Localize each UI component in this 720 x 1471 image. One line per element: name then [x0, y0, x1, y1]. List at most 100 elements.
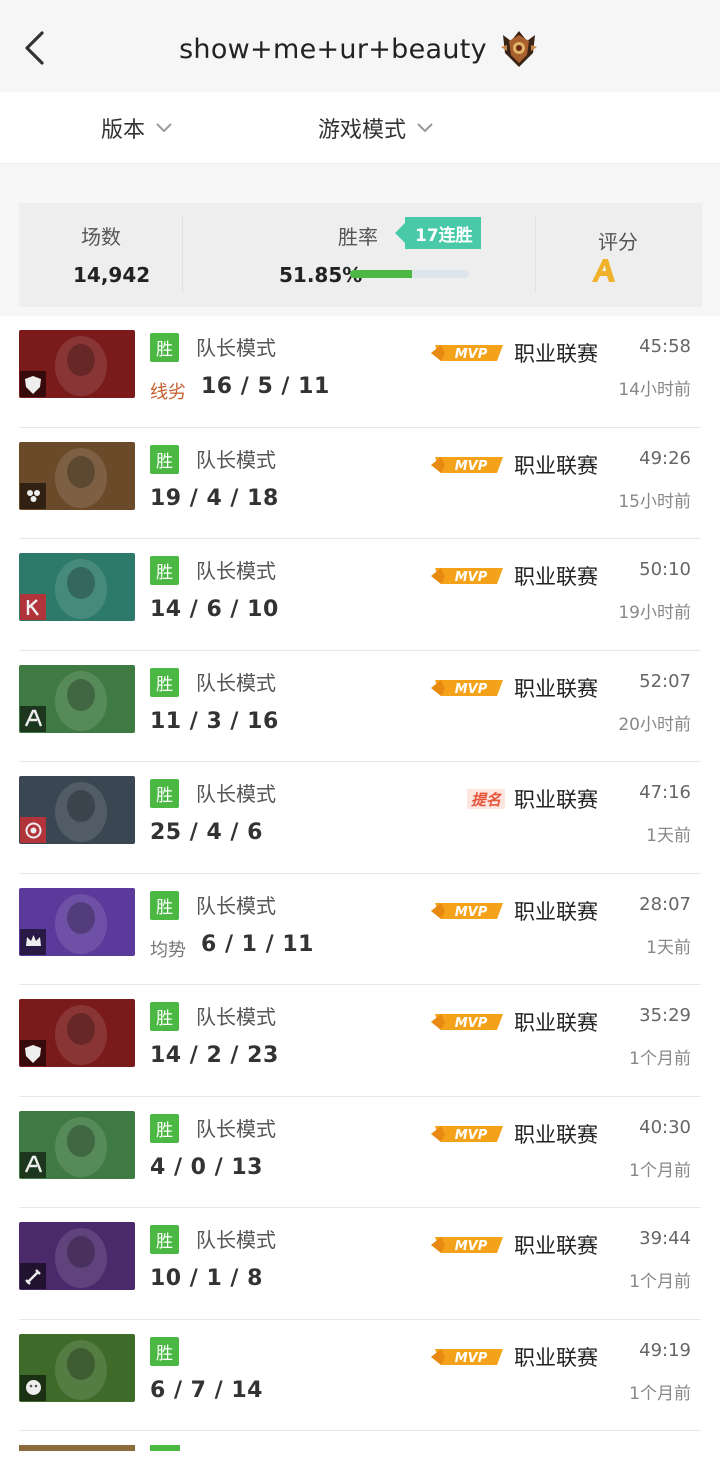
hero-role-icon	[20, 817, 46, 843]
match-row[interactable]: 胜 队长模式 10 / 1 / 8 MVP 职业联赛 39:44 1个月前	[19, 1208, 701, 1320]
mvp-badge-label: MVP	[455, 1128, 488, 1143]
stats-card: 场数 14,942 胜率 17连胜 51.85% 评分	[19, 203, 702, 307]
mvp-badge-label: MVP	[455, 905, 488, 920]
hero-portrait	[19, 887, 135, 956]
league-label: 职业联赛	[514, 453, 598, 478]
kda-value: 19 / 4 / 18	[150, 485, 279, 511]
hero-role-icon	[20, 705, 46, 732]
time-ago: 20小时前	[618, 714, 691, 735]
league-label: 职业联赛	[514, 788, 598, 812]
game-mode-text: 队长模式	[196, 336, 276, 360]
mvp-badge-label: MVP	[455, 459, 488, 474]
score-label: 评分	[598, 230, 638, 254]
hero-role-icon	[20, 482, 46, 509]
match-result-badge: 胜	[150, 556, 179, 585]
match-result-badge: 胜	[150, 333, 179, 362]
time-ago: 1天前	[646, 937, 691, 958]
hero-role-icon	[20, 1374, 46, 1401]
match-result-badge: 胜	[150, 779, 179, 808]
match-result-badge: 胜	[150, 444, 179, 474]
mvp-badge-label: MVP	[455, 347, 488, 362]
partial-next-row	[0, 1431, 720, 1471]
match-result-badge: 胜	[150, 667, 179, 697]
version-filter[interactable]: 版本	[101, 108, 173, 148]
match-row[interactable]: 胜 队长模式 14 / 2 / 23 MVP 职业联赛 35:29 1个月前	[19, 985, 701, 1097]
league-label: 职业联赛	[514, 1122, 598, 1147]
match-row[interactable]: 胜 队长模式 4 / 0 / 13 MVP 职业联赛 40:30 1个月前	[19, 1097, 701, 1208]
shield-icon	[24, 375, 41, 394]
match-result-badge: 胜	[150, 1113, 179, 1143]
game-mode-text: 队长模式	[196, 782, 276, 806]
hero-portrait	[19, 1110, 135, 1179]
hero-role-icon	[20, 1040, 46, 1066]
win-streak-badge: 17连胜	[395, 217, 481, 249]
match-duration: 39:44	[639, 1228, 691, 1249]
match-duration: 45:58	[639, 336, 691, 357]
result-badge-stub	[150, 1445, 180, 1451]
time-ago: 14小时前	[618, 380, 691, 400]
divider	[535, 217, 536, 293]
divider	[182, 217, 183, 293]
kda-value: 6 / 7 / 14	[150, 1377, 263, 1403]
hero-portrait	[19, 441, 135, 510]
match-result-badge: 胜	[150, 1225, 179, 1254]
mvp-badge-icon: MVP	[431, 1237, 503, 1254]
game-mode-text: 队长模式	[196, 1116, 276, 1141]
mvp-badge-label: MVP	[455, 1016, 488, 1031]
match-row[interactable]: 胜 队长模式 14 / 6 / 10 MVP 职业联赛 50:10 19小时前	[19, 539, 701, 651]
winrate-bar-fill	[350, 270, 412, 278]
time-ago: 15小时前	[618, 491, 691, 512]
mvp-badge-label: MVP	[455, 1351, 488, 1366]
kda-value: 11 / 3 / 16	[150, 708, 279, 734]
match-row[interactable]: 胜 队长模式 线劣 16 / 5 / 11 MVP 职业联赛 45:58 14小…	[19, 316, 701, 428]
match-duration: 50:10	[639, 559, 691, 580]
match-duration: 47:16	[639, 782, 691, 803]
kda-value: 6 / 1 / 11	[201, 931, 314, 957]
mvp-badge-label: MVP	[455, 682, 488, 697]
match-row[interactable]: 胜 队长模式 均势 6 / 1 / 11 MVP 职业联赛 28:07 1天前	[19, 874, 701, 985]
title-area: show+me+ur+beauty	[0, 24, 720, 74]
kda-value: 14 / 6 / 10	[150, 597, 279, 622]
filter-bar: 版本 游戏模式	[0, 92, 720, 164]
kda-value: 14 / 2 / 23	[150, 1043, 279, 1068]
league-label: 职业联赛	[514, 1011, 598, 1035]
match-row[interactable]: 胜 队长模式 11 / 3 / 16 MVP 职业联赛 52:07 20小时前	[19, 651, 701, 762]
match-row[interactable]: 胜 队长模式 25 / 4 / 6 提名 职业联赛 47:16 1天前	[19, 762, 701, 874]
match-duration: 28:07	[639, 893, 691, 915]
hero-portrait	[19, 1333, 135, 1402]
league-label: 职业联赛	[514, 676, 598, 701]
match-duration: 49:19	[639, 1339, 691, 1361]
game-mode-text: 队长模式	[196, 1228, 276, 1252]
mvp-badge-icon: MVP	[431, 1125, 503, 1143]
kda-value: 10 / 1 / 8	[150, 1266, 263, 1291]
matches-label: 场数	[81, 225, 121, 249]
kda-value: 25 / 4 / 6	[150, 820, 263, 845]
hero-role-icon	[20, 928, 46, 955]
kda-value: 16 / 5 / 11	[201, 374, 330, 399]
k-arrow-icon	[26, 598, 39, 616]
hero-role-icon	[20, 1151, 46, 1178]
league-label: 职业联赛	[514, 1345, 598, 1370]
kda-value: 4 / 0 / 13	[150, 1154, 263, 1180]
hero-portrait-stub	[19, 1445, 135, 1451]
mvp-badge-icon: MVP	[431, 679, 503, 697]
match-row[interactable]: 胜 队长模式 19 / 4 / 18 MVP 职业联赛 49:26 15小时前	[19, 428, 701, 539]
game-mode-text: 队长模式	[196, 893, 276, 918]
game-mode-text: 队长模式	[196, 1005, 276, 1029]
cluster-icon	[26, 490, 40, 502]
hero-portrait	[19, 1222, 135, 1290]
mvp-badge-label: MVP	[455, 570, 488, 585]
match-result-badge: 胜	[150, 1002, 179, 1031]
a-letter-icon	[24, 709, 42, 727]
version-filter-label: 版本	[101, 118, 146, 143]
game-mode-text: 队长模式	[196, 447, 276, 472]
match-result-badge: 胜	[150, 1336, 179, 1366]
winrate-label: 胜率	[338, 225, 378, 249]
mvp-badge-icon: MVP	[431, 1014, 503, 1031]
game-mode-filter-label: 游戏模式	[318, 118, 407, 143]
league-label: 职业联赛	[514, 342, 598, 366]
target-icon	[25, 822, 41, 838]
match-row[interactable]: 胜 6 / 7 / 14 MVP 职业联赛 49:19 1个月前	[19, 1320, 701, 1431]
score-grade-a-icon	[592, 259, 615, 282]
game-mode-filter[interactable]: 游戏模式	[318, 108, 434, 148]
